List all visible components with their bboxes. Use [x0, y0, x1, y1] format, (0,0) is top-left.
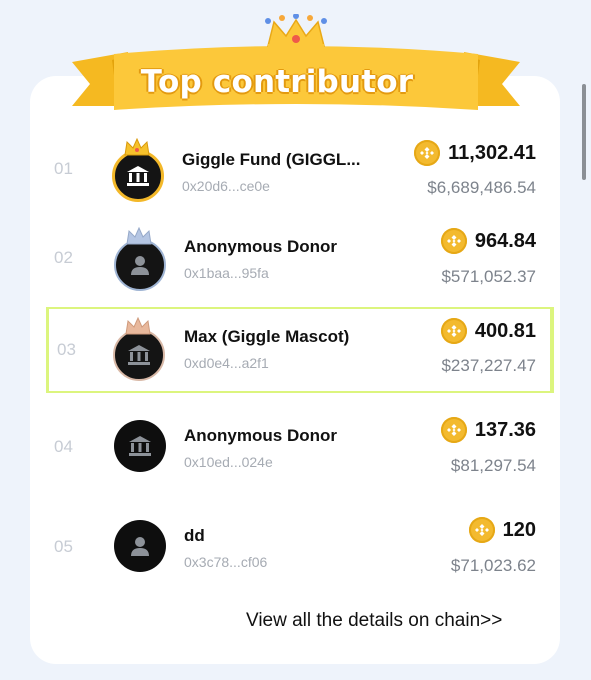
bronze-crown-icon — [125, 317, 151, 335]
scrollbar[interactable] — [582, 84, 586, 180]
wallet-address: 0x3c78...cf06 — [184, 554, 268, 570]
person-icon — [131, 256, 149, 275]
rank-label: 03 — [57, 340, 76, 359]
bank-icon — [129, 436, 151, 456]
bank-icon — [127, 166, 149, 186]
amount-value: 400.81 — [474, 319, 536, 342]
token-amount: 120 — [468, 517, 536, 543]
contributor-name: Max (Giggle Mascot) — [184, 327, 350, 346]
usd-value: $6,689,486.54 — [427, 178, 536, 197]
bnb-coin-icon — [440, 228, 467, 254]
contributor-name: Anonymous Donor — [184, 237, 337, 256]
rank-label: 02 — [54, 248, 73, 267]
contributor-name: Anonymous Donor — [184, 426, 337, 445]
rank-label: 01 — [54, 159, 73, 178]
bnb-coin-icon — [414, 140, 441, 166]
avatar — [112, 150, 164, 202]
silver-crown-icon — [126, 227, 152, 245]
contributor-row-highlighted[interactable]: 03 Max (Giggle Mascot) 0xd0e4...a2f1 400… — [46, 307, 554, 393]
usd-value: $237,227.47 — [441, 356, 536, 375]
wallet-address: 0x1baa...95fa — [184, 265, 269, 281]
contributor-row[interactable]: 01 Giggle Fund (GIGGL... 0x20d6...ce0e 1… — [46, 126, 554, 212]
token-amount: 964.84 — [440, 228, 536, 254]
usd-value: $81,297.54 — [450, 456, 536, 475]
wallet-address: 0xd0e4...a2f1 — [184, 355, 269, 371]
amount-value: 964.84 — [474, 229, 536, 252]
token-amount: 11,302.41 — [414, 140, 536, 166]
avatar — [114, 420, 166, 472]
amount-value: 120 — [502, 518, 536, 541]
wallet-address: 0x10ed...024e — [184, 454, 273, 470]
bank-icon — [128, 345, 150, 365]
contributor-row[interactable]: 02 Anonymous Donor 0x1baa...95fa 964.84 … — [46, 215, 554, 301]
page-title: Top contributor — [140, 64, 414, 100]
contributor-name: dd — [184, 526, 205, 545]
contributor-row[interactable]: 04 Anonymous Donor 0x10ed...024e 137.36 … — [46, 404, 554, 490]
token-amount: 400.81 — [440, 318, 536, 344]
contributor-name: Giggle Fund (GIGGL... — [182, 150, 361, 169]
usd-value: $571,052.37 — [441, 267, 536, 286]
gold-crown-icon — [124, 138, 150, 156]
avatar — [114, 239, 166, 291]
token-amount: 137.36 — [440, 417, 536, 443]
amount-value: 137.36 — [474, 418, 536, 441]
avatar — [114, 520, 166, 572]
bnb-coin-icon — [440, 417, 467, 443]
wallet-address: 0x20d6...ce0e — [182, 178, 270, 194]
bnb-coin-icon — [468, 517, 495, 543]
rank-label: 04 — [54, 437, 73, 456]
view-all-on-chain-link[interactable]: View all the details on chain>> — [246, 610, 502, 632]
contributor-row[interactable]: 05 dd 0x3c78...cf06 120 $71,023.62 — [46, 504, 554, 590]
amount-value: 11,302.41 — [448, 141, 536, 164]
usd-value: $71,023.62 — [450, 556, 536, 575]
rank-label: 05 — [54, 537, 73, 556]
crown-icon — [265, 14, 327, 50]
avatar — [113, 329, 165, 381]
bnb-coin-icon — [440, 318, 467, 344]
person-icon — [131, 537, 149, 556]
